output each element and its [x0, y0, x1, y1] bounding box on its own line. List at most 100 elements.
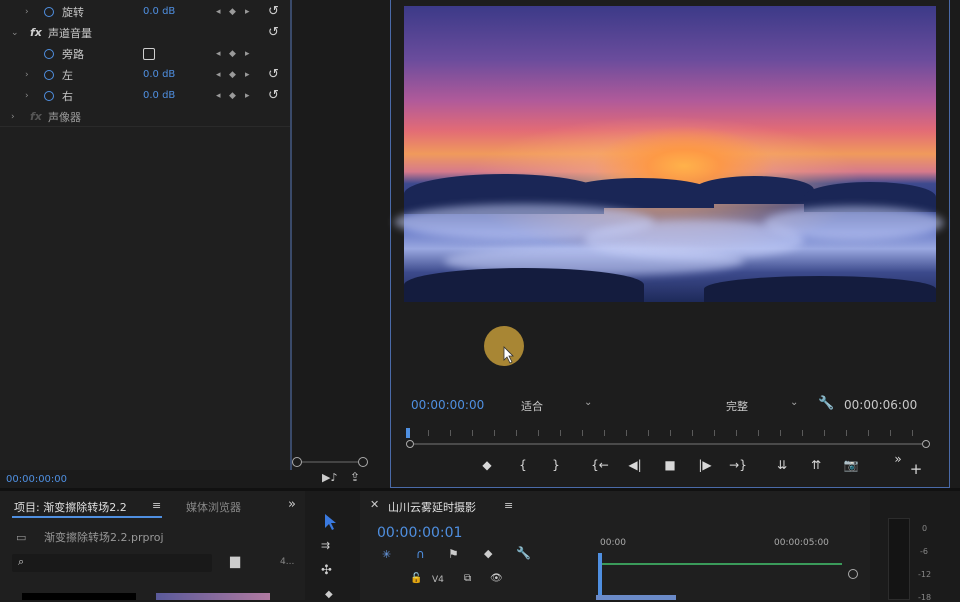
- add-keyframe-icon[interactable]: ◆: [229, 7, 236, 17]
- scroll-track[interactable]: [302, 461, 358, 463]
- snap-icon[interactable]: ∩: [416, 547, 425, 561]
- ruler-tick: [560, 430, 561, 436]
- prev-keyframe-icon[interactable]: ◂: [216, 70, 221, 80]
- scroll-handle-right[interactable]: [358, 457, 368, 467]
- add-keyframe-icon[interactable]: ◆: [229, 70, 236, 80]
- tab-media-browser[interactable]: 媒体浏览器: [186, 499, 241, 515]
- nest-icon[interactable]: ✳: [382, 548, 391, 561]
- collapse-triangle-icon[interactable]: ⌄: [11, 28, 19, 38]
- video-clip[interactable]: [596, 595, 676, 600]
- timeline-playhead[interactable]: [598, 553, 602, 600]
- chevron-down-icon[interactable]: ⌄: [584, 397, 592, 408]
- add-marker-button[interactable]: ◆: [477, 458, 497, 472]
- reset-icon[interactable]: ↺: [268, 67, 279, 82]
- selection-tool-icon[interactable]: [323, 513, 337, 531]
- ruler-tick: [846, 430, 847, 436]
- param-value[interactable]: 0.0 dB: [143, 6, 175, 17]
- stopwatch-icon[interactable]: [44, 48, 54, 59]
- effect-row-bypass[interactable]: 旁路 ◂ ◆ ▸: [0, 43, 290, 64]
- mark-out-button[interactable]: }: [546, 458, 566, 472]
- timeline-panel: ✕ 山川云雾延时摄影 ≡ 00:00:00:01 ✳ ∩ ⚑ ◆ 🔧 🔓 V4 …: [360, 491, 870, 600]
- panel-menu-icon[interactable]: ≡: [152, 499, 161, 512]
- more-tabs-button[interactable]: »: [288, 497, 296, 512]
- next-keyframe-icon[interactable]: ▸: [245, 70, 250, 80]
- effect-row-param[interactable]: › 右 0.0 dB ◂ ◆ ▸ ↺: [0, 85, 290, 106]
- lock-track-icon[interactable]: 🔓: [410, 573, 422, 584]
- panel-divider[interactable]: [290, 0, 292, 470]
- reset-icon[interactable]: ↺: [268, 25, 279, 40]
- panel-menu-icon[interactable]: ≡: [504, 499, 513, 512]
- playhead-timecode[interactable]: 00:00:00:00: [411, 398, 484, 412]
- timeline-timecode[interactable]: 00:00:00:01: [377, 525, 462, 541]
- prev-keyframe-icon[interactable]: ◂: [216, 7, 221, 17]
- step-forward-button[interactable]: |▶: [695, 458, 715, 472]
- bypass-checkbox[interactable]: [143, 47, 155, 60]
- search-input[interactable]: ⌕: [12, 554, 212, 572]
- param-value[interactable]: 0.0 dB: [143, 90, 175, 101]
- overwrite-button[interactable]: ⇈: [806, 458, 826, 472]
- reset-icon[interactable]: ↺: [268, 88, 279, 103]
- stopwatch-icon[interactable]: [44, 69, 54, 80]
- expand-triangle-icon[interactable]: ›: [25, 7, 29, 17]
- monitor-scrollbar[interactable]: [406, 440, 930, 448]
- chevron-down-icon[interactable]: ⌄: [790, 397, 798, 408]
- new-bin-icon[interactable]: ▆: [230, 554, 240, 569]
- effects-scrollbar[interactable]: [292, 457, 370, 467]
- tab-project[interactable]: 项目: 渐变擦除转场2.2: [14, 499, 127, 515]
- track-select-tool-icon[interactable]: ⇉: [321, 539, 330, 552]
- prev-keyframe-icon[interactable]: ◂: [216, 49, 221, 59]
- timeline-ruler[interactable]: 00:00 00:00:05:00: [596, 536, 870, 556]
- video-frame[interactable]: [394, 6, 944, 302]
- add-keyframe-icon[interactable]: ◆: [229, 49, 236, 59]
- go-to-in-button[interactable]: {←: [590, 458, 610, 472]
- ripple-edit-tool-icon[interactable]: ✣: [321, 563, 332, 578]
- meter-label: 0: [922, 524, 928, 533]
- effect-row-param[interactable]: › 左 0.0 dB ◂ ◆ ▸ ↺: [0, 64, 290, 85]
- playhead-marker[interactable]: [406, 428, 410, 438]
- thumbnail[interactable]: [22, 593, 136, 600]
- zoom-fit-dropdown[interactable]: 适合: [521, 398, 543, 414]
- go-to-out-button[interactable]: →}: [728, 458, 748, 472]
- wrench-icon[interactable]: 🔧: [516, 546, 531, 560]
- add-marker-icon[interactable]: ◆: [484, 547, 492, 560]
- scroll-handle-left[interactable]: [292, 457, 302, 467]
- wrench-icon[interactable]: 🔧: [818, 396, 834, 411]
- stopwatch-icon[interactable]: [44, 90, 54, 101]
- more-controls-button[interactable]: »: [888, 452, 908, 466]
- sync-lock-icon[interactable]: ⧉: [464, 573, 471, 584]
- step-back-button[interactable]: ◀|: [625, 458, 645, 472]
- effect-row-group[interactable]: › fx 声像器: [0, 106, 290, 127]
- next-keyframe-icon[interactable]: ▸: [245, 7, 250, 17]
- expand-triangle-icon[interactable]: ›: [11, 112, 15, 122]
- effect-row-group[interactable]: ⌄ fx 声道音量 ↺: [0, 22, 290, 43]
- tab-sequence[interactable]: 山川云雾延时摄影: [388, 499, 476, 515]
- effect-row-param[interactable]: › 旋转 0.0 dB ◂ ◆ ▸ ↺: [0, 1, 290, 22]
- effects-timecode[interactable]: 00:00:00:00: [6, 474, 67, 485]
- button-editor-button[interactable]: +: [906, 460, 926, 478]
- reset-icon[interactable]: ↺: [268, 4, 279, 19]
- expand-triangle-icon[interactable]: ›: [25, 91, 29, 101]
- eye-icon[interactable]: 👁: [490, 573, 503, 584]
- next-keyframe-icon[interactable]: ▸: [245, 49, 250, 59]
- linked-selection-icon[interactable]: ⚑: [448, 547, 459, 561]
- close-icon[interactable]: ✕: [370, 498, 379, 511]
- stop-button[interactable]: ■: [660, 458, 680, 472]
- prev-keyframe-icon[interactable]: ◂: [216, 91, 221, 101]
- export-frame-icon[interactable]: ⇪: [350, 470, 360, 484]
- stopwatch-icon[interactable]: [44, 6, 54, 17]
- export-frame-button[interactable]: 📷: [841, 458, 861, 472]
- mark-in-button[interactable]: {: [513, 458, 533, 472]
- playback-resolution-dropdown[interactable]: 完整: [726, 398, 748, 414]
- vertical-scroll-handle[interactable]: [848, 569, 858, 579]
- add-keyframe-icon[interactable]: ◆: [229, 91, 236, 101]
- next-keyframe-icon[interactable]: ▸: [245, 91, 250, 101]
- filter-icon[interactable]: ▶♪: [322, 471, 337, 484]
- meter-label: -18: [918, 593, 932, 602]
- thumbnail[interactable]: [156, 593, 270, 600]
- expand-triangle-icon[interactable]: ›: [25, 70, 29, 80]
- insert-button[interactable]: ⇊: [772, 458, 792, 472]
- param-value[interactable]: 0.0 dB: [143, 69, 175, 80]
- work-area-bar[interactable]: [602, 563, 842, 565]
- razor-tool-icon[interactable]: ◆: [325, 589, 333, 600]
- ruler-tick: [538, 430, 539, 436]
